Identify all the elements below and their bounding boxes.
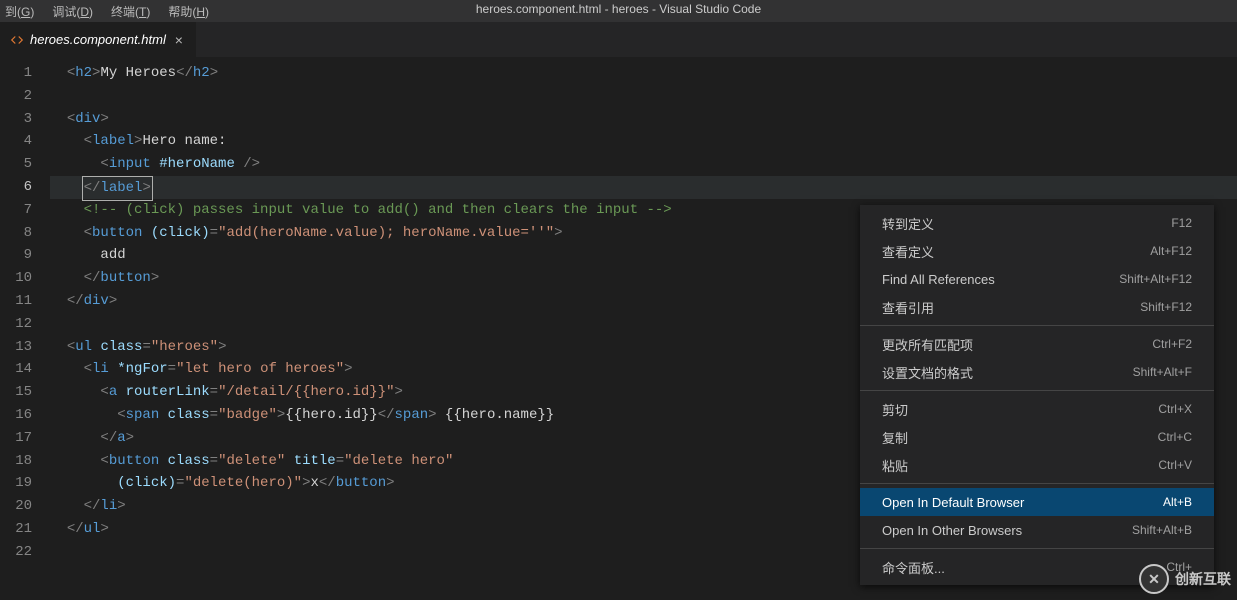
context-menu: 转到定义 F12 查看定义 Alt+F12 Find All References Shi… (860, 205, 1214, 585)
ctx-label: 命令面板... (882, 558, 945, 577)
context-menu-item[interactable]: 设置文档的格式 Shift+Alt+F (860, 358, 1214, 386)
tab-heroes-component[interactable]: heroes.component.html × (0, 22, 196, 57)
ctx-shortcut: F12 (1171, 216, 1192, 230)
menu-item-terminal[interactable]: 终端(T) (111, 3, 150, 20)
context-menu-item[interactable]: 查看引用 Shift+F12 (860, 293, 1214, 321)
ctx-shortcut: Shift+Alt+F12 (1119, 272, 1192, 286)
context-menu-item[interactable]: 更改所有匹配项 Ctrl+F2 (860, 330, 1214, 358)
context-menu-separator (860, 548, 1214, 549)
close-icon[interactable]: × (172, 33, 186, 47)
ctx-label: 转到定义 (882, 214, 934, 233)
ctx-shortcut: Ctrl+X (1158, 402, 1192, 416)
ctx-shortcut: Ctrl+C (1158, 430, 1192, 444)
line-number-gutter: 12345678910111213141516171819202122 (0, 57, 50, 600)
ctx-shortcut: Alt+B (1163, 495, 1192, 509)
context-menu-item[interactable]: 转到定义 F12 (860, 209, 1214, 237)
context-menu-item[interactable]: 粘贴 Ctrl+V (860, 451, 1214, 479)
context-menu-item[interactable]: 查看定义 Alt+F12 (860, 237, 1214, 265)
ctx-label: 粘贴 (882, 456, 908, 475)
context-menu-item[interactable]: Open In Other Browsers Shift+Alt+B (860, 516, 1214, 544)
menu-item-go[interactable]: 到(G) (5, 3, 34, 20)
tab-bar: heroes.component.html × (0, 22, 1237, 57)
ctx-label: 复制 (882, 428, 908, 447)
context-menu-item[interactable]: 复制 Ctrl+C (860, 423, 1214, 451)
menu-item-help[interactable]: 帮助(H) (168, 3, 209, 20)
ctx-shortcut: Ctrl+F2 (1152, 337, 1192, 351)
html-file-icon (10, 33, 24, 47)
ctx-label: 查看引用 (882, 298, 934, 317)
context-menu-separator (860, 390, 1214, 391)
context-menu-item[interactable]: Find All References Shift+Alt+F12 (860, 265, 1214, 293)
context-menu-item[interactable]: Open In Default Browser Alt+B (860, 488, 1214, 516)
ctx-label: Open In Default Browser (882, 495, 1024, 510)
ctx-shortcut: Shift+Alt+F (1133, 365, 1192, 379)
ctx-shortcut: Shift+Alt+B (1132, 523, 1192, 537)
watermark: ✕ 创新互联 (1139, 564, 1231, 594)
watermark-text: 创新互联 (1175, 569, 1231, 589)
context-menu-item[interactable]: 剪切 Ctrl+X (860, 395, 1214, 423)
ctx-label: 设置文档的格式 (882, 363, 973, 382)
tab-label: heroes.component.html (30, 32, 166, 47)
ctx-label: Open In Other Browsers (882, 523, 1022, 538)
ctx-shortcut: Alt+F12 (1150, 244, 1192, 258)
watermark-icon: ✕ (1139, 564, 1169, 594)
ctx-label: 更改所有匹配项 (882, 335, 973, 354)
title-bar: 到(G) 调试(D) 终端(T) 帮助(H) heroes.component.… (0, 0, 1237, 22)
ctx-label: 查看定义 (882, 242, 934, 261)
context-menu-separator (860, 483, 1214, 484)
ctx-shortcut: Ctrl+V (1158, 458, 1192, 472)
menu-bar: 到(G) 调试(D) 终端(T) 帮助(H) (0, 3, 209, 20)
context-menu-separator (860, 325, 1214, 326)
ctx-shortcut: Shift+F12 (1140, 300, 1192, 314)
menu-item-debug[interactable]: 调试(D) (52, 3, 93, 20)
ctx-label: Find All References (882, 272, 995, 287)
ctx-label: 剪切 (882, 400, 908, 419)
